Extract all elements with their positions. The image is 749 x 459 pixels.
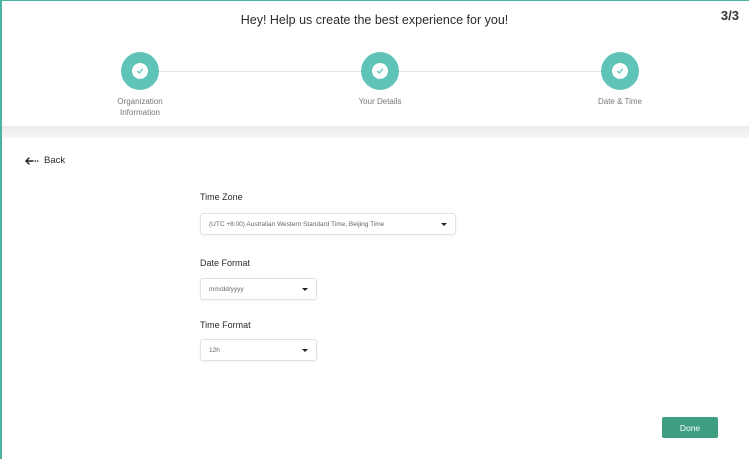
time-zone-label: Time Zone	[200, 192, 243, 202]
step-date-time: Date & Time	[560, 52, 680, 107]
back-button[interactable]: Back	[25, 155, 65, 166]
step-organization-information: Organization Information	[80, 52, 200, 118]
time-zone-value: (UTC +8:00) Australian Western Standard …	[209, 220, 385, 228]
step-label: Your Details	[358, 97, 402, 106]
time-format-select[interactable]: 12h	[200, 339, 317, 361]
chevron-down-icon	[302, 287, 308, 291]
step-counter: 3/3	[720, 8, 739, 23]
chevron-down-icon	[441, 222, 447, 226]
chevron-down-icon	[302, 348, 308, 352]
date-format-value: mm/dd/yyyy	[209, 285, 244, 293]
done-button[interactable]: Done	[662, 417, 718, 438]
step-complete-indicator	[121, 52, 159, 90]
back-label: Back	[44, 155, 66, 166]
time-format-value: 12h	[209, 346, 220, 354]
time-format-label: Time Format	[200, 320, 251, 330]
arrow-left-icon	[25, 156, 39, 165]
time-zone-select[interactable]: (UTC +8:00) Australian Western Standard …	[200, 213, 456, 235]
page-title: Hey! Help us create the best experience …	[240, 13, 509, 27]
date-format-select[interactable]: mm/dd/yyyy	[200, 278, 317, 300]
check-icon	[132, 63, 148, 79]
step-label: Organization Information	[117, 97, 163, 117]
section-divider	[2, 126, 749, 138]
step-label: Date & Time	[597, 97, 642, 106]
date-format-label: Date Format	[200, 258, 251, 268]
check-icon	[372, 63, 388, 79]
step-complete-indicator	[601, 52, 639, 90]
check-icon	[612, 63, 628, 79]
step-your-details: Your Details	[320, 52, 440, 107]
step-complete-indicator	[361, 52, 399, 90]
